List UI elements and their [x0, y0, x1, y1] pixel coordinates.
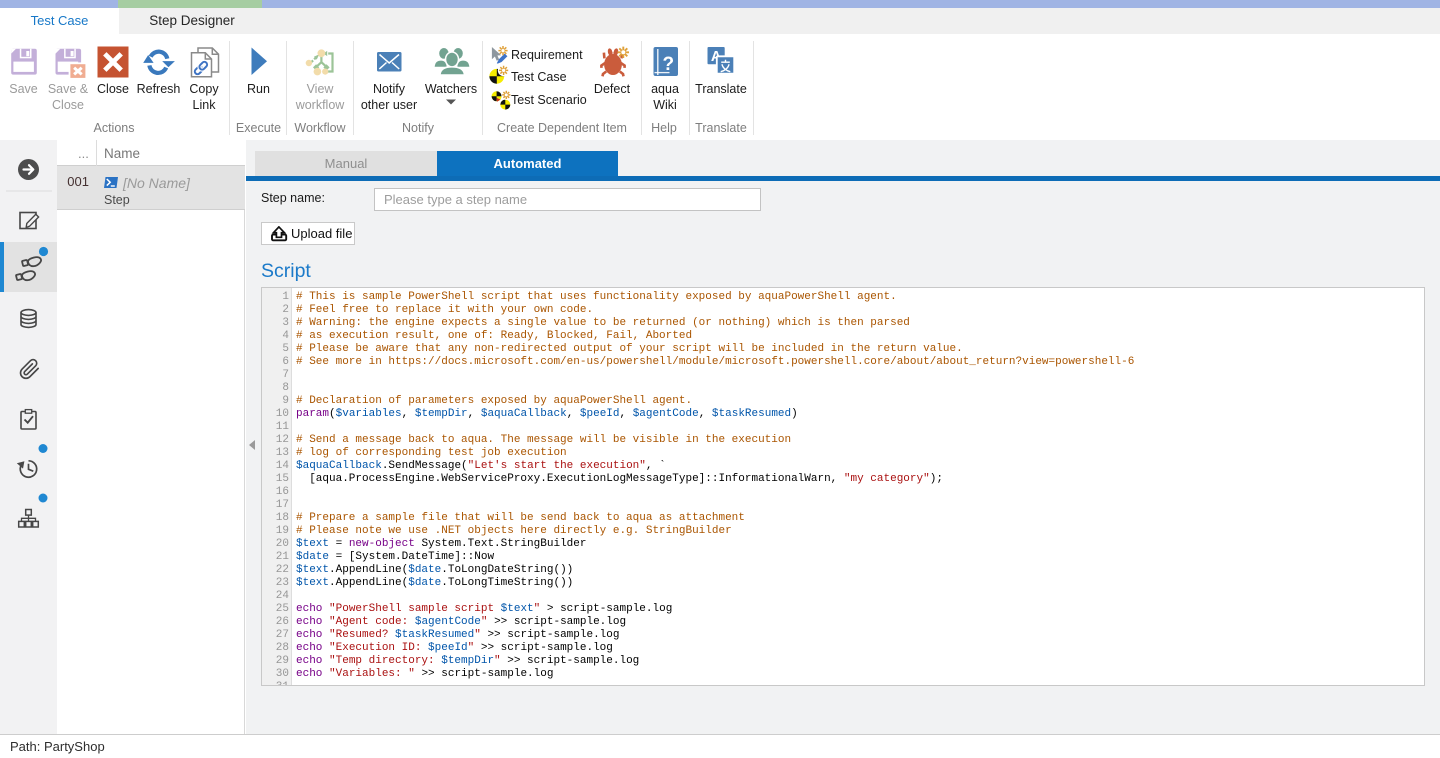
svg-text:?: ?: [662, 54, 674, 75]
